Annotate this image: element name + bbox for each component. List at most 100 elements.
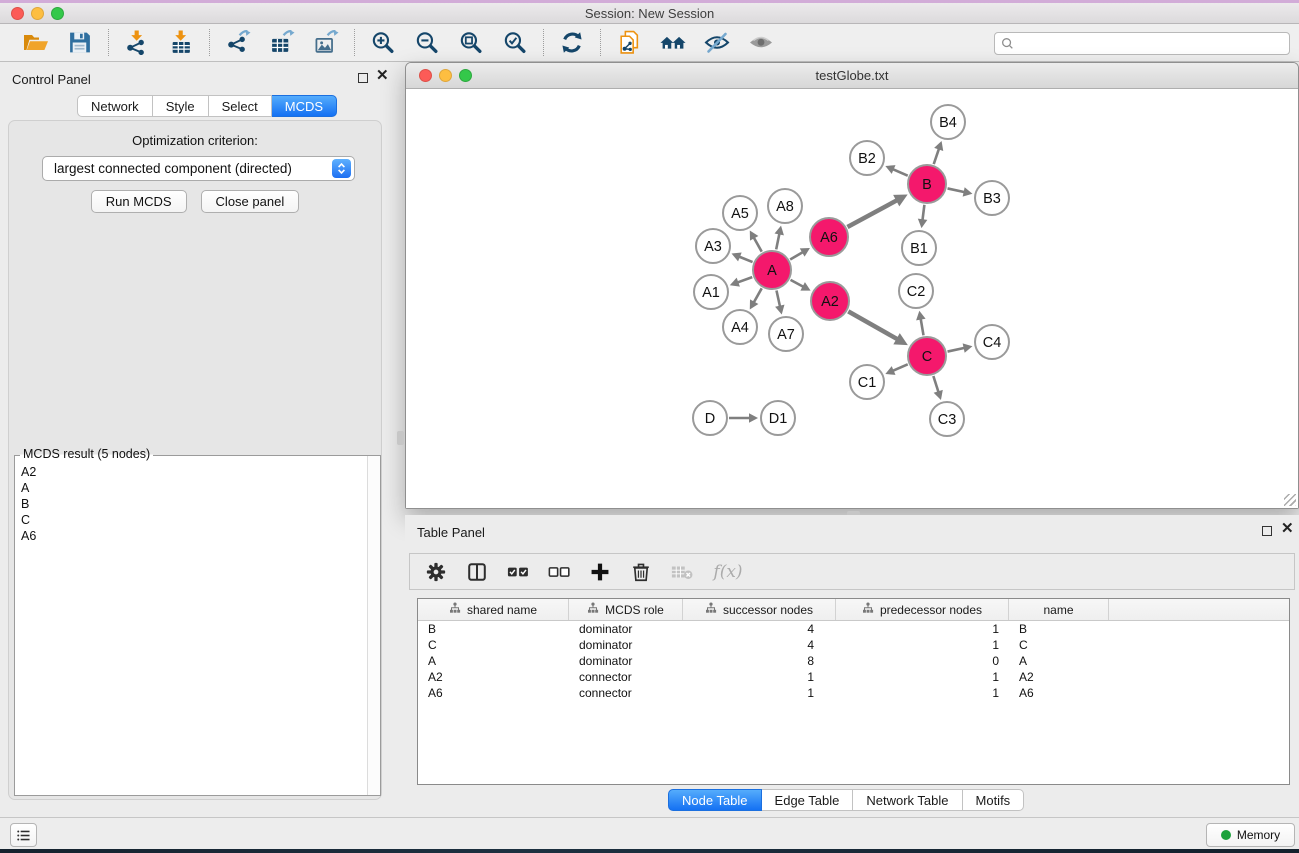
deselect-all-button[interactable] <box>547 560 571 584</box>
table-destroy-button[interactable] <box>670 560 694 584</box>
tab-select[interactable]: Select <box>209 95 272 117</box>
add-button[interactable] <box>588 560 612 584</box>
graph-node-C1[interactable]: C1 <box>850 365 884 399</box>
table-tab-node-table[interactable]: Node Table <box>668 789 762 811</box>
graph-node-C4[interactable]: C4 <box>975 325 1009 359</box>
export-image-button[interactable] <box>310 28 342 58</box>
graph-edge-C-C3[interactable] <box>933 376 938 393</box>
graph-node-C[interactable]: C <box>908 337 946 375</box>
duplicate-network-button[interactable] <box>613 28 645 58</box>
mcds-result-item[interactable]: B <box>15 496 365 512</box>
run-mcds-button[interactable]: Run MCDS <box>91 190 187 213</box>
search-box[interactable] <box>994 32 1290 55</box>
refresh-button[interactable] <box>556 28 588 58</box>
table-row[interactable]: Cdominator41C <box>418 637 1289 653</box>
import-table-button[interactable] <box>165 28 197 58</box>
graph-edge-C-C1[interactable] <box>892 364 907 371</box>
graph-edge-A-A8[interactable] <box>776 233 779 249</box>
search-input[interactable] <box>1018 37 1278 51</box>
graph-edge-A2-C[interactable] <box>848 311 898 339</box>
graph-node-C2[interactable]: C2 <box>899 274 933 308</box>
splitter-thumb-vertical[interactable] <box>397 431 404 445</box>
graph-node-B2[interactable]: B2 <box>850 141 884 175</box>
control-panel-close-icon[interactable]: ✕ <box>376 71 389 81</box>
zoom-selected-button[interactable] <box>499 28 531 58</box>
table-tab-network-table[interactable]: Network Table <box>853 789 962 811</box>
tab-style[interactable]: Style <box>153 95 209 117</box>
graph-node-A8[interactable]: A8 <box>768 189 802 223</box>
hide-panels-button[interactable] <box>701 28 733 58</box>
graph-edge-C-C2[interactable] <box>921 318 924 335</box>
graph-node-B1[interactable]: B1 <box>902 231 936 265</box>
criterion-dropdown[interactable]: largest connected component (directed) <box>42 156 355 181</box>
graph-node-A2[interactable]: A2 <box>811 282 849 320</box>
control-panel-float-icon[interactable] <box>358 73 368 83</box>
graph-node-C3[interactable]: C3 <box>930 402 964 436</box>
table-row[interactable]: Bdominator41B <box>418 621 1289 637</box>
open-session-button[interactable] <box>20 28 52 58</box>
mcds-result-item[interactable]: C <box>15 512 365 528</box>
graph-edge-B-B4[interactable] <box>934 148 939 164</box>
column-header-shared-name[interactable]: shared name <box>418 599 569 620</box>
graph-node-A3[interactable]: A3 <box>696 229 730 263</box>
window-resize-grip[interactable] <box>1284 494 1296 506</box>
table-panel-close-icon[interactable]: ✕ <box>1281 524 1294 534</box>
graph-node-A1[interactable]: A1 <box>694 275 728 309</box>
save-session-button[interactable] <box>64 28 96 58</box>
graph-node-B3[interactable]: B3 <box>975 181 1009 215</box>
network-window-titlebar[interactable]: testGlobe.txt <box>406 63 1298 89</box>
graph-node-D[interactable]: D <box>693 401 727 435</box>
graph-node-A4[interactable]: A4 <box>723 310 757 344</box>
graph-node-A[interactable]: A <box>753 251 791 289</box>
table-row[interactable]: Adominator80A <box>418 653 1289 669</box>
table-tab-motifs[interactable]: Motifs <box>963 789 1025 811</box>
task-history-button[interactable] <box>10 823 37 847</box>
network-canvas[interactable]: B4 B2 B B3 A8 A5 A6 A3 B1 A C2 A1 A2 A4 A7 C4 C C1 D D1 C3 <box>406 89 1298 508</box>
column-header-predecessor-nodes[interactable]: predecessor nodes <box>836 599 1009 620</box>
column-header-name[interactable]: name <box>1009 599 1109 620</box>
gear-button[interactable] <box>424 560 448 584</box>
graph-node-A7[interactable]: A7 <box>769 317 803 351</box>
zoom-in-button[interactable] <box>367 28 399 58</box>
graph-node-B[interactable]: B <box>908 165 946 203</box>
graph-edge-C-C4[interactable] <box>948 348 966 352</box>
graph-edge-B-B3[interactable] <box>948 188 966 192</box>
graph-edge-A-A7[interactable] <box>776 291 780 308</box>
tab-mcds[interactable]: MCDS <box>272 95 337 117</box>
graph-edge-A6-B[interactable] <box>847 200 897 227</box>
mcds-result-item[interactable]: A6 <box>15 528 365 544</box>
graph-node-D1[interactable]: D1 <box>761 401 795 435</box>
show-panels-button[interactable] <box>745 28 777 58</box>
delete-button[interactable] <box>629 560 653 584</box>
export-table-button[interactable] <box>266 28 298 58</box>
graph-edge-A-A2[interactable] <box>791 280 804 287</box>
graph-edge-A-A3[interactable] <box>738 256 752 262</box>
graph-edge-B-B1[interactable] <box>922 205 924 221</box>
mcds-result-item[interactable]: A2 <box>15 464 365 480</box>
close-panel-button[interactable]: Close panel <box>201 190 300 213</box>
table-panel-float-icon[interactable] <box>1262 526 1272 536</box>
zoom-fit-button[interactable] <box>455 28 487 58</box>
graph-node-B4[interactable]: B4 <box>931 105 965 139</box>
graph-node-A6[interactable]: A6 <box>810 218 848 256</box>
table-tab-edge-table[interactable]: Edge Table <box>762 789 854 811</box>
table-row[interactable]: A6connector11A6 <box>418 685 1289 701</box>
graph-edge-B-B2[interactable] <box>892 169 907 176</box>
zoom-out-button[interactable] <box>411 28 443 58</box>
graph-node-A5[interactable]: A5 <box>723 196 757 230</box>
table-row[interactable]: A2connector11A2 <box>418 669 1289 685</box>
graph-edge-A-A6[interactable] <box>790 252 803 260</box>
memory-button[interactable]: Memory <box>1206 823 1295 847</box>
tab-network[interactable]: Network <box>77 95 153 117</box>
function-builder-button[interactable]: f(x) <box>711 560 745 584</box>
columns-button[interactable] <box>465 560 489 584</box>
export-network-button[interactable] <box>222 28 254 58</box>
home-view-button[interactable] <box>657 28 689 58</box>
graph-edge-A-A4[interactable] <box>753 288 761 303</box>
column-header-MCDS-role[interactable]: MCDS role <box>569 599 683 620</box>
import-network-button[interactable] <box>121 28 153 58</box>
mcds-result-item[interactable]: A <box>15 480 365 496</box>
graph-edge-A-A5[interactable] <box>753 237 761 252</box>
column-header-successor-nodes[interactable]: successor nodes <box>683 599 836 620</box>
graph-edge-A-A1[interactable] <box>737 277 752 283</box>
